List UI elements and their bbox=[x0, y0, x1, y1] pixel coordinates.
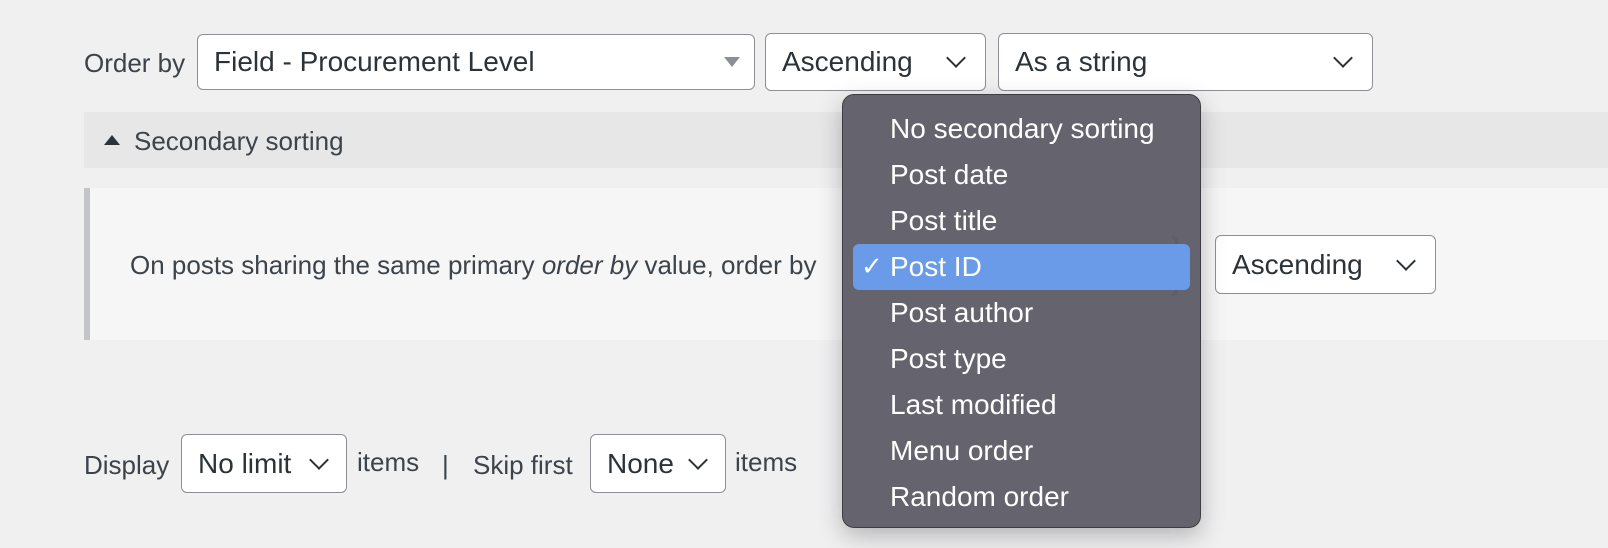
description-text-italic: order by bbox=[541, 250, 638, 280]
dropdown-option[interactable]: Last modified bbox=[853, 382, 1190, 428]
order-type-select[interactable]: As a string bbox=[998, 33, 1373, 91]
dropdown-option-label: Last modified bbox=[890, 389, 1057, 420]
order-by-field-value: Field - Procurement Level bbox=[214, 46, 535, 77]
collapse-triangle-icon bbox=[104, 135, 120, 145]
dropdown-option-label: Post title bbox=[890, 205, 998, 236]
dropdown-option-label: Post ID bbox=[890, 251, 982, 282]
order-direction-select[interactable]: Ascending bbox=[765, 33, 986, 91]
dropdown-option[interactable]: ✓ Post ID bbox=[853, 244, 1190, 290]
items-label-2: items bbox=[735, 447, 798, 477]
checkmark-icon: ✓ bbox=[861, 252, 883, 282]
order-by-label: Order by bbox=[84, 48, 186, 78]
dropdown-option-label: Random order bbox=[890, 481, 1069, 512]
dropdown-option-label: No secondary sorting bbox=[890, 113, 1155, 144]
dropdown-option-label: Post author bbox=[890, 297, 1034, 328]
dropdown-option-label: Post type bbox=[890, 343, 1007, 374]
order-by-field-select[interactable]: Field - Procurement Level bbox=[197, 34, 755, 90]
secondary-sorting-label: Secondary sorting bbox=[134, 126, 344, 156]
dropdown-option[interactable]: Post title bbox=[853, 198, 1190, 244]
skip-first-select[interactable]: None bbox=[590, 434, 726, 493]
items-label: items bbox=[357, 447, 420, 477]
secondary-direction-select[interactable]: Ascending bbox=[1215, 235, 1436, 294]
dropdown-option[interactable]: Post type bbox=[853, 336, 1190, 382]
dropdown-option[interactable]: No secondary sorting bbox=[853, 106, 1190, 152]
description-text-start: On posts sharing the same primary bbox=[130, 250, 542, 280]
description-text-end: value, order by bbox=[637, 250, 817, 280]
dropdown-option-label: Post date bbox=[890, 159, 1009, 190]
dropdown-option[interactable]: Post date bbox=[853, 152, 1190, 198]
dropdown-option-label: Menu order bbox=[890, 435, 1034, 466]
display-label: Display bbox=[84, 450, 170, 480]
dropdown-triangle-icon bbox=[724, 57, 740, 67]
separator: | bbox=[442, 450, 449, 480]
skip-first-label: Skip first bbox=[473, 450, 573, 480]
secondary-orderby-dropdown-menu: No secondary sorting Post date Post title ✓… bbox=[842, 94, 1201, 528]
skip-first-value: None bbox=[607, 447, 674, 479]
query-ordering-settings: Order by Field - Procurement Level Ascen… bbox=[0, 0, 1608, 548]
dropdown-option[interactable]: Menu order bbox=[853, 428, 1190, 474]
secondary-sorting-description: On posts sharing the same primary order … bbox=[130, 250, 816, 280]
dropdown-option[interactable]: Random order bbox=[853, 474, 1190, 520]
display-limit-select[interactable]: No limit bbox=[181, 434, 347, 493]
order-type-value: As a string bbox=[1015, 46, 1148, 77]
dropdown-option[interactable]: Post author bbox=[853, 290, 1190, 336]
